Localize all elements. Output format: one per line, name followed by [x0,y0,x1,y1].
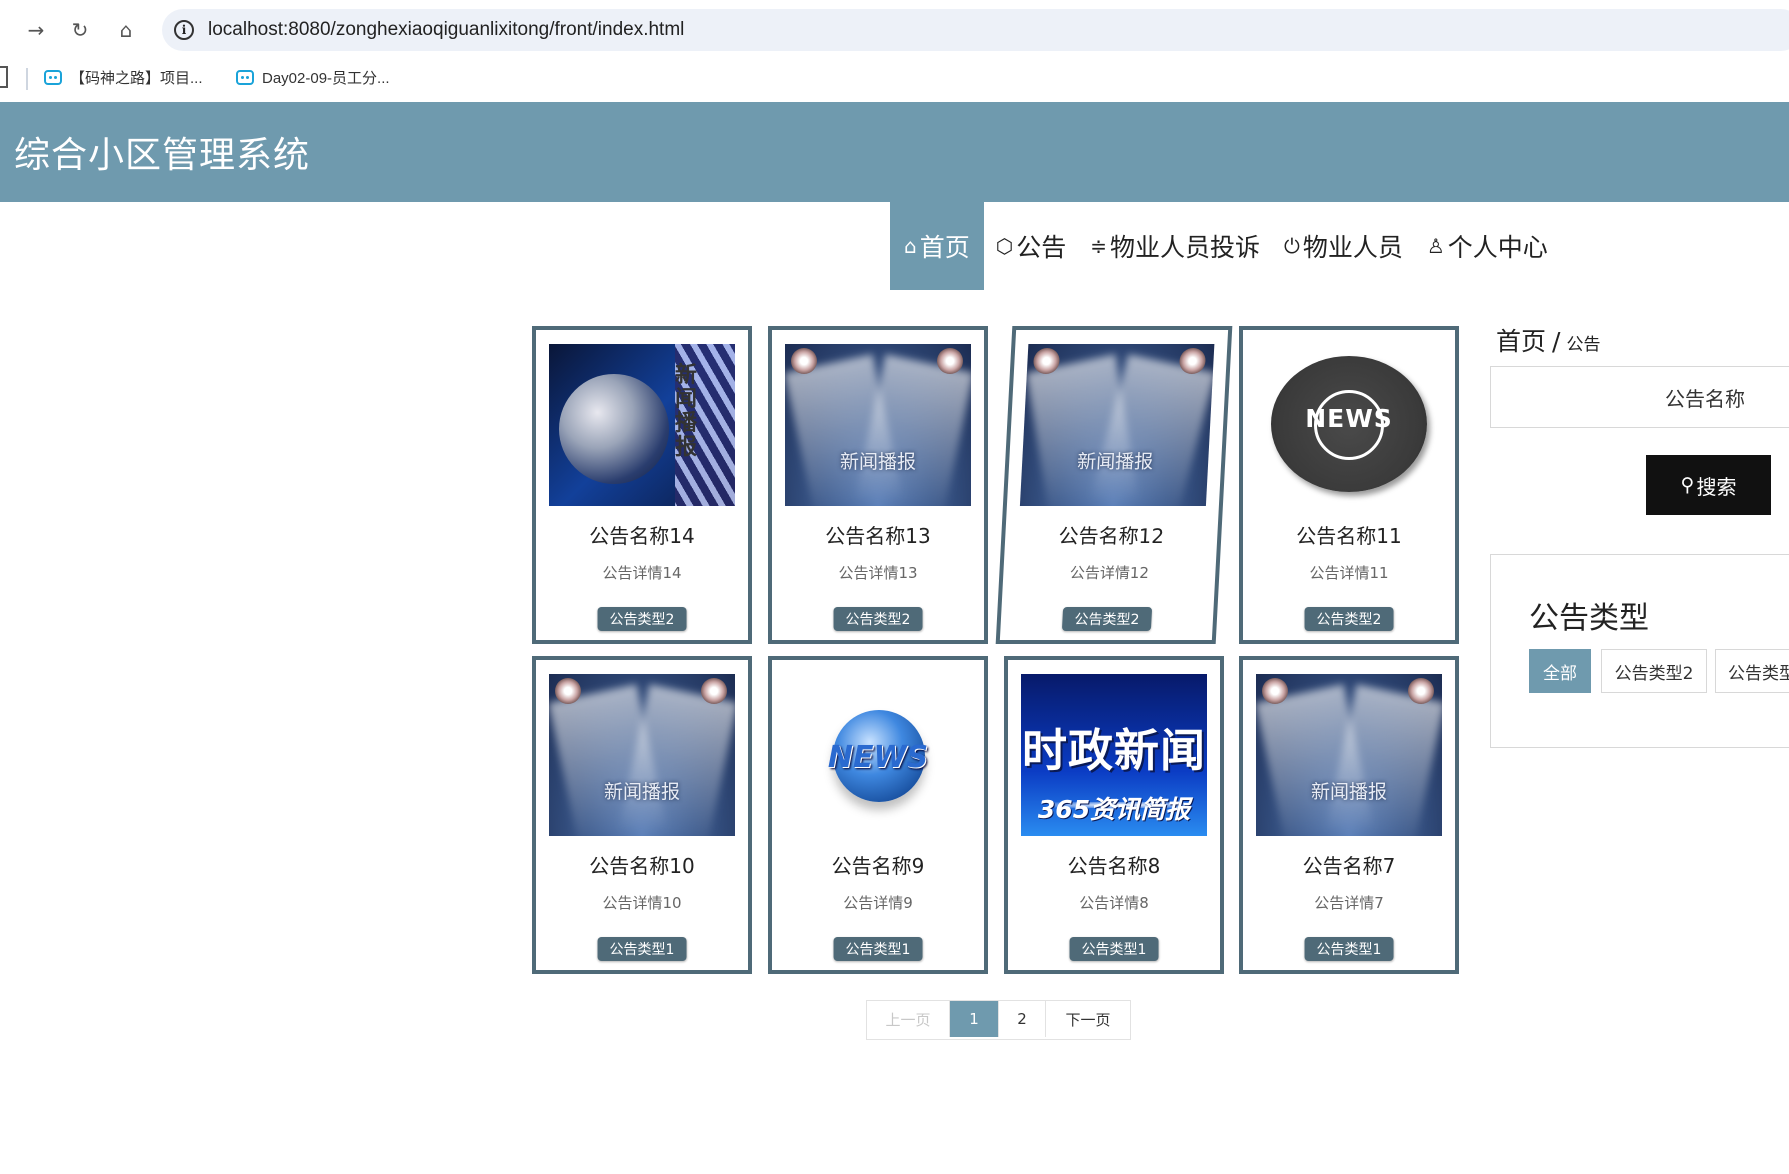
type-filter-all[interactable]: 全部 [1529,649,1591,693]
home-icon: ⌂ [904,234,917,258]
notice-detail: 公告详情14 [602,564,682,582]
image-caption: NEWS [827,740,929,775]
spotlight-graphic [937,348,963,374]
notice-card[interactable]: NEWS 公告名称9 公告详情9 公告类型1 [768,656,988,974]
image-caption: 新闻播报 [675,363,698,460]
spotlight-graphic [701,678,727,704]
apps-icon[interactable] [0,66,8,88]
bookmark-item[interactable]: Day02-09-员工分... [236,64,390,90]
home-icon[interactable]: ⌂ [110,14,142,46]
image-subcaption: 365资讯简报 [1037,795,1191,824]
image-caption: 时政新闻 [1021,724,1206,777]
notice-type-badge: 公告类型2 [597,607,687,631]
search-input[interactable]: 公告名称 [1490,366,1789,428]
notice-image[interactable]: NEWS [1256,344,1442,506]
next-page-button[interactable]: 下一页 [1046,1001,1130,1037]
notice-detail: 公告详情10 [602,894,682,912]
type-filter-title: 公告类型 [1529,601,1649,636]
sliders-icon: ≑ [1090,234,1107,258]
spotlight-graphic [1262,678,1288,704]
notice-card[interactable]: 新闻播报 公告名称13 公告详情13 公告类型2 [768,326,988,644]
nav-profile[interactable]: ♙ 个人中心 [1415,202,1560,290]
spotlight-graphic [555,678,581,704]
nav-complaint[interactable]: ≑ 物业人员投诉 [1078,202,1272,290]
page-button-1[interactable]: 1 [950,1001,999,1037]
nav-staff[interactable]: ⏻ 物业人员 [1272,202,1415,290]
image-caption: 新闻播报 [603,781,680,803]
notice-type-badge: 公告类型2 [833,607,923,631]
notice-image[interactable]: 新闻播报 [1019,344,1215,506]
browser-toolbar: → ↻ ⌂ i localhost:8080/zonghexiaoqiguanl… [0,0,1789,60]
search-icon: ⚲ [1680,474,1695,496]
notice-title[interactable]: 公告名称7 [1243,850,1455,879]
site-header: 综合小区管理系统 [0,102,1789,202]
image-caption: 新闻播报 [1310,781,1387,803]
image-caption: 新闻播报 [1076,451,1154,473]
nav-notice[interactable]: ⬡ 公告 [984,202,1078,290]
notice-card[interactable]: 新闻播报 公告名称12 公告详情12 公告类型2 [995,326,1233,644]
reload-icon[interactable]: ↻ [64,14,96,46]
address-bar[interactable]: i localhost:8080/zonghexiaoqiguanlixiton… [162,9,1789,51]
site-title: 综合小区管理系统 [14,135,311,176]
notice-image[interactable]: 新闻播报 [785,344,971,506]
breadcrumb-current: 公告 [1566,335,1601,355]
bookmark-separator [26,68,28,90]
notice-type-badge: 公告类型1 [1304,937,1394,961]
search-button[interactable]: ⚲ 搜索 [1646,455,1771,515]
notice-title[interactable]: 公告名称8 [1008,850,1220,879]
notice-title[interactable]: 公告名称13 [772,520,984,549]
notice-title[interactable]: 公告名称14 [536,520,748,549]
bookmark-item[interactable]: 【码神之路】项目... [44,64,203,90]
main-nav: ⌂ 首页 ⬡ 公告 ≑ 物业人员投诉 ⏻ 物业人员 ♙ 个人中心 [890,202,1560,290]
notice-detail: 公告详情9 [843,894,913,912]
notice-type-badge: 公告类型1 [833,937,923,961]
notice-card[interactable]: 新闻播报 公告名称10 公告详情10 公告类型1 [532,656,752,974]
breadcrumb-home[interactable]: 首页 [1496,327,1546,356]
notice-type-badge: 公告类型1 [597,937,687,961]
notice-detail: 公告详情12 [1069,564,1150,582]
url-text[interactable]: localhost:8080/zonghexiaoqiguanlixitong/… [208,19,684,41]
notice-image[interactable]: 新闻播报 [549,674,735,836]
prev-page-button[interactable]: 上一页 [867,1001,950,1037]
breadcrumb: 首页 / 公告 [1496,322,1600,358]
notice-card[interactable]: NEWS 公告名称11 公告详情11 公告类型2 [1239,326,1459,644]
image-caption: 新闻播报 [839,451,916,473]
bilibili-icon [44,69,62,85]
notice-image[interactable]: 新闻播报 [1256,674,1442,836]
cube-icon: ⬡ [995,234,1014,258]
image-caption: NEWS [1305,404,1393,433]
notice-title[interactable]: 公告名称11 [1243,520,1455,549]
notice-type-badge: 公告类型1 [1069,937,1159,961]
notice-detail: 公告详情13 [838,564,918,582]
notice-title[interactable]: 公告名称9 [772,850,984,879]
notice-image[interactable]: NEWS [785,674,971,836]
spotlight-graphic [1408,678,1434,704]
type-filter-panel: 公告类型 全部 公告类型2 公告类型1 [1490,554,1789,748]
notice-card[interactable]: 新闻播报 公告名称14 公告详情14 公告类型2 [532,326,752,644]
notice-detail: 公告详情8 [1079,894,1149,912]
power-icon: ⏻ [1283,234,1300,258]
spotlight-graphic [791,348,817,374]
notice-card[interactable]: 时政新闻 365资讯简报 公告名称8 公告详情8 公告类型1 [1004,656,1224,974]
type-filter-1[interactable]: 公告类型1 [1715,649,1789,693]
bilibili-icon [236,69,254,85]
breadcrumb-separator: / [1552,327,1561,356]
notice-title[interactable]: 公告名称10 [536,850,748,879]
notice-card[interactable]: 新闻播报 公告名称7 公告详情7 公告类型1 [1239,656,1459,974]
site-info-icon[interactable]: i [174,20,194,40]
page-button-2[interactable]: 2 [999,1001,1046,1037]
type-filter-2[interactable]: 公告类型2 [1601,649,1707,693]
globe-graphic [559,374,669,484]
user-icon: ♙ [1426,234,1445,258]
pagination: 上一页 1 2 下一页 [866,1000,1131,1040]
notice-type-badge: 公告类型2 [1304,607,1394,631]
notice-image[interactable]: 新闻播报 [549,344,735,506]
notice-type-badge: 公告类型2 [1061,607,1153,631]
notice-detail: 公告详情7 [1314,894,1384,912]
nav-home[interactable]: ⌂ 首页 [890,202,984,290]
forward-icon[interactable]: → [20,14,52,46]
notice-title[interactable]: 公告名称12 [1005,520,1219,549]
notice-image[interactable]: 时政新闻 365资讯简报 [1021,674,1207,836]
notice-detail: 公告详情11 [1309,564,1389,582]
